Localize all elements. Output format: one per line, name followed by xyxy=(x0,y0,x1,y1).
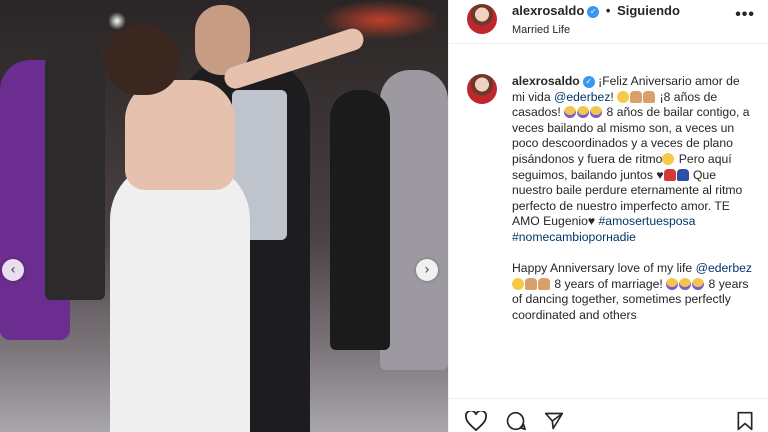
person-emoji-icon xyxy=(525,277,537,290)
share-icon[interactable] xyxy=(543,411,565,431)
action-bar xyxy=(449,398,768,432)
scream-emoji-icon xyxy=(577,106,590,119)
mention-link[interactable]: @ederbez xyxy=(696,261,752,275)
guest-figure xyxy=(45,40,105,300)
post-photo[interactable]: ‹ › xyxy=(0,0,448,432)
avatar[interactable] xyxy=(467,74,497,104)
scream-emoji-icon xyxy=(666,277,679,290)
avatar[interactable] xyxy=(467,4,497,34)
hashtag-link[interactable]: #nomecambioporнadie xyxy=(512,230,636,244)
guest-figure xyxy=(380,70,448,370)
verified-icon: ✓ xyxy=(582,76,595,88)
couple-emoji-icon xyxy=(538,277,550,290)
scream-emoji-icon xyxy=(590,106,603,119)
more-options-icon[interactable]: ••• xyxy=(735,6,755,24)
caption-segment: ! xyxy=(610,89,618,104)
caption-section: alexrosaldo ✓ ¡Feliz Aniversario amor de … xyxy=(449,44,768,392)
bride-hair xyxy=(105,25,180,95)
hashtag-link[interactable]: #amosertuesposa xyxy=(599,214,696,228)
comment-icon[interactable] xyxy=(505,411,527,431)
mention-link[interactable]: @ederbez xyxy=(554,90,610,104)
scream-emoji-icon xyxy=(679,277,692,290)
face-emoji-icon xyxy=(512,277,524,290)
person-emoji-icon xyxy=(630,90,643,103)
stage-light xyxy=(108,12,126,30)
caption-text: alexrosaldo ✓ ¡Feliz Aniversario amor de … xyxy=(512,74,754,324)
next-photo-button[interactable]: › xyxy=(416,259,438,281)
post-header: alexrosaldo ✓ • Siguiendo Married Life ••… xyxy=(449,0,768,44)
face-emoji-icon xyxy=(617,90,630,103)
bride-back xyxy=(125,80,235,190)
caption-segment: 8 years of marriage! xyxy=(551,276,667,291)
separator-dot: • xyxy=(605,3,611,18)
caption-username[interactable]: alexrosaldo xyxy=(512,74,580,88)
heart-icon[interactable] xyxy=(465,411,487,431)
heart-emoji-icon: ♥ xyxy=(656,167,664,182)
dancer-emoji-icon xyxy=(676,168,689,181)
caption-segment: Happy Anniversary love of my life xyxy=(512,261,696,276)
guest-figure xyxy=(330,90,390,350)
heart-emoji-icon: ♥ xyxy=(587,214,596,229)
following-button[interactable]: Siguiendo xyxy=(617,3,680,18)
bookmark-icon[interactable] xyxy=(735,411,755,431)
grimace-emoji-icon xyxy=(662,152,675,165)
username-link[interactable]: alexrosaldo xyxy=(512,3,584,18)
verified-icon: ✓ xyxy=(587,6,600,18)
scream-emoji-icon xyxy=(692,277,705,290)
prev-photo-button[interactable]: ‹ xyxy=(2,259,24,281)
dancer-emoji-icon xyxy=(663,168,676,181)
post-panel: alexrosaldo ✓ • Siguiendo Married Life ••… xyxy=(448,0,768,432)
couple-emoji-icon xyxy=(643,90,656,103)
scream-emoji-icon xyxy=(564,106,577,119)
bride-dress xyxy=(110,160,250,432)
header-user-line: alexrosaldo ✓ • Siguiendo xyxy=(512,3,680,18)
location-link[interactable]: Married Life xyxy=(512,24,570,36)
